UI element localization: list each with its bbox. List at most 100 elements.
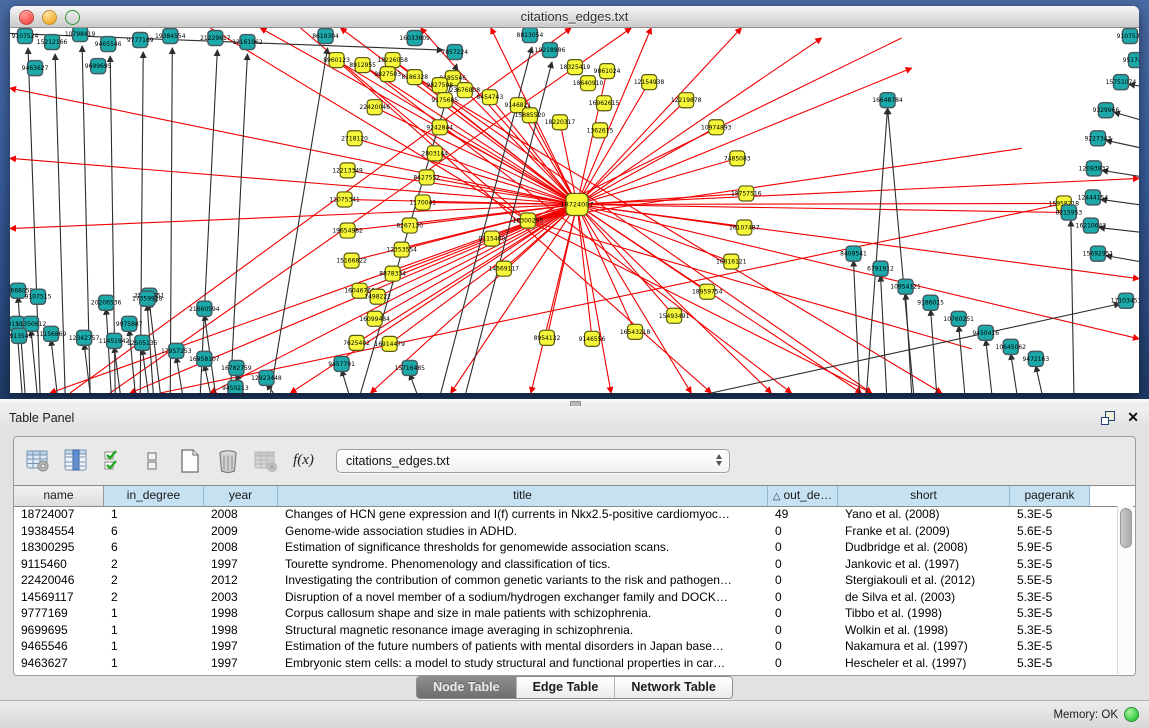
- network-edge[interactable]: [906, 294, 912, 393]
- cell-year[interactable]: 2008: [204, 506, 278, 523]
- table-row[interactable]: 977716911998Corpus callosum shape and si…: [14, 605, 1117, 622]
- tab-network-table[interactable]: Network Table: [615, 677, 732, 698]
- cell-title[interactable]: Estimation of the future numbers of pati…: [278, 638, 768, 655]
- network-edge[interactable]: [230, 54, 247, 393]
- network-node[interactable]: 9861024: [594, 64, 621, 79]
- cell-name[interactable]: 22420046: [14, 572, 104, 589]
- cell-title[interactable]: Structural magnetic resonance image aver…: [278, 622, 768, 639]
- cell-title[interactable]: Investigating the contribution of common…: [278, 572, 768, 589]
- table-row[interactable]: 946362711997Embryonic stem cells: a mode…: [14, 655, 1117, 672]
- cell-year[interactable]: 1997: [204, 638, 278, 655]
- network-node[interactable]: 19384554: [155, 29, 186, 44]
- table-selector-dropdown[interactable]: citations_edges.txt: [336, 449, 730, 473]
- cell-year[interactable]: 1998: [204, 622, 278, 639]
- column-visibility-button[interactable]: [100, 447, 127, 474]
- cell-out_de[interactable]: 0: [768, 539, 838, 556]
- network-edge[interactable]: [881, 276, 887, 393]
- network-node[interactable]: 8409541: [840, 246, 867, 261]
- table-vertical-scrollbar[interactable]: [1117, 506, 1133, 674]
- cell-title[interactable]: Changes of HCN gene expression and I(f) …: [278, 506, 768, 523]
- network-node[interactable]: 15692951: [1083, 246, 1114, 261]
- cell-out_de[interactable]: 0: [768, 556, 838, 573]
- network-node[interactable]: 19218986: [535, 43, 566, 58]
- table-row[interactable]: 969969511998Structural magnetic resonanc…: [14, 622, 1117, 639]
- cell-name[interactable]: 18724007: [14, 506, 104, 523]
- close-window-button[interactable]: [19, 10, 34, 25]
- network-edge[interactable]: [170, 48, 172, 393]
- table-row[interactable]: 911546021997Tourette syndrome. Phenomeno…: [14, 556, 1117, 573]
- network-node[interactable]: 9186015: [917, 295, 944, 310]
- network-node[interactable]: 16543218: [620, 324, 651, 339]
- network-node[interactable]: 16816121: [716, 254, 747, 269]
- network-node[interactable]: 16648784: [872, 93, 903, 108]
- network-node[interactable]: 9975887: [116, 316, 143, 331]
- network-node[interactable]: 9827503: [374, 67, 401, 82]
- table-row[interactable]: 1830029562008Estimation of significance …: [14, 539, 1117, 556]
- cell-short[interactable]: Nakamura et al. (1997): [838, 638, 1010, 655]
- cell-short[interactable]: Yano et al. (2008): [838, 506, 1010, 523]
- network-node[interactable]: 7625402: [343, 335, 370, 350]
- network-graph-svg[interactable]: 9861024121549381221987810974893748508318…: [10, 28, 1139, 393]
- network-node[interactable]: 10974893: [701, 120, 732, 135]
- select-column-button[interactable]: [62, 447, 89, 474]
- cell-pagerank[interactable]: 5.3E-5: [1010, 638, 1090, 655]
- table-row[interactable]: 2242004622012Investigating the contribut…: [14, 572, 1117, 589]
- column-header-in_degree[interactable]: in_degree: [104, 486, 204, 506]
- cell-short[interactable]: Wolkin et al. (1998): [838, 622, 1010, 639]
- cell-title[interactable]: Embryonic stem cells: a model to study s…: [278, 655, 768, 672]
- cell-in_degree[interactable]: 6: [104, 523, 204, 540]
- column-header-title[interactable]: title: [278, 486, 768, 506]
- network-node[interactable]: 12154938: [634, 75, 665, 90]
- table-row[interactable]: 946554611997Estimation of the future num…: [14, 638, 1117, 655]
- network-node[interactable]: 18325419: [560, 60, 591, 75]
- network-node[interactable]: 15493491: [659, 308, 690, 323]
- network-edge[interactable]: [1036, 366, 1042, 393]
- cell-title[interactable]: Genome-wide association studies in ADHD.: [278, 523, 768, 540]
- minimize-window-button[interactable]: [42, 10, 57, 25]
- network-node[interactable]: 10798419: [65, 28, 96, 42]
- cell-year[interactable]: 2003: [204, 589, 278, 606]
- network-node[interactable]: 20206536: [91, 295, 122, 310]
- network-node[interactable]: 11075341: [329, 192, 360, 207]
- network-node[interactable]: 18226058: [377, 53, 408, 68]
- cell-out_de[interactable]: 0: [768, 523, 838, 540]
- network-node[interactable]: 15166822: [336, 253, 367, 268]
- network-node[interactable]: 21229617: [200, 31, 231, 46]
- column-header-year[interactable]: year: [204, 486, 278, 506]
- cell-name[interactable]: 18300295: [14, 539, 104, 556]
- cell-out_de[interactable]: 0: [768, 655, 838, 672]
- cell-year[interactable]: 1997: [204, 655, 278, 672]
- cell-name[interactable]: 9699695: [14, 622, 104, 639]
- network-node[interactable]: 9463627: [22, 61, 49, 76]
- cell-year[interactable]: 1997: [204, 556, 278, 573]
- create-column-button[interactable]: [176, 447, 203, 474]
- cell-pagerank[interactable]: 5.3E-5: [1010, 506, 1090, 523]
- cell-name[interactable]: 9463627: [14, 655, 104, 672]
- cell-year[interactable]: 2012: [204, 572, 278, 589]
- network-edge[interactable]: [204, 365, 210, 393]
- network-edge[interactable]: [149, 302, 160, 393]
- cell-out_de[interactable]: 0: [768, 589, 838, 606]
- network-node[interactable]: 11156869: [36, 326, 67, 341]
- cell-name[interactable]: 9115460: [14, 556, 104, 573]
- network-edge[interactable]: [210, 28, 528, 221]
- network-node[interactable]: 12342757: [69, 330, 100, 345]
- network-canvas[interactable]: 9861024121549381221987810974893748508318…: [10, 28, 1139, 393]
- tab-edge-table[interactable]: Edge Table: [517, 677, 616, 698]
- network-edge[interactable]: [10, 204, 577, 228]
- network-edge[interactable]: [55, 54, 65, 393]
- network-edge[interactable]: [577, 203, 1064, 204]
- tab-node-table[interactable]: Node Table: [417, 677, 516, 698]
- network-edge[interactable]: [18, 297, 25, 393]
- network-node[interactable]: 9146556: [579, 331, 606, 346]
- network-node[interactable]: 9699695: [85, 59, 112, 74]
- cell-in_degree[interactable]: 1: [104, 638, 204, 655]
- network-node[interactable]: 9777169: [127, 33, 154, 48]
- close-panel-icon[interactable]: ✕: [1127, 410, 1139, 425]
- table-settings-button[interactable]: [24, 447, 51, 474]
- network-edge[interactable]: [931, 310, 937, 393]
- network-node[interactable]: 15212166: [37, 35, 68, 50]
- cell-out_de[interactable]: 0: [768, 605, 838, 622]
- cell-year[interactable]: 2009: [204, 523, 278, 540]
- network-node[interactable]: 7485083: [724, 151, 751, 166]
